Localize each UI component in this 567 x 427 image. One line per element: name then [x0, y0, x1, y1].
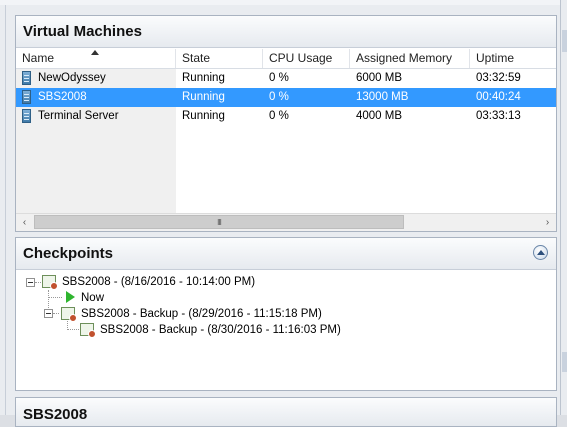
tree-connector [67, 329, 79, 331]
scrollbar-thumb[interactable]: III [34, 215, 404, 229]
vm-state: Running [182, 72, 225, 84]
right-pane-tab[interactable] [562, 30, 567, 52]
checkpoints-title: Checkpoints [23, 245, 114, 262]
vm-uptime: 00:40:24 [476, 91, 521, 103]
virtual-machines-panel: Virtual Machines Name State CPU Usage As… [15, 15, 557, 232]
vm-state: Running [182, 110, 225, 122]
collapse-chevron-up-icon[interactable] [533, 245, 548, 260]
vm-cpu-usage: 0 % [269, 72, 289, 84]
checkpoint-backup-1[interactable]: SBS2008 - Backup - (8/29/2016 - 11:15:18… [81, 306, 322, 322]
virtual-machine-icon [22, 71, 31, 85]
checkpoint-root[interactable]: SBS2008 - (8/16/2016 - 10:14:00 PM) [62, 274, 255, 290]
column-header-state-label: State [182, 51, 211, 65]
right-pane-tab[interactable] [562, 352, 567, 372]
tree-collapse-icon[interactable] [26, 278, 35, 287]
vm-grid: Name State CPU Usage Assigned Memory Upt… [16, 49, 556, 229]
column-header-assigned-memory[interactable]: Assigned Memory [350, 49, 470, 68]
checkpoints-panel: Checkpoints SBS2008 - (8/16/2016 - 10:14… [15, 237, 557, 391]
now-play-icon [66, 291, 75, 303]
column-header-uptime-label: Uptime [476, 51, 515, 65]
column-header-cpu-usage[interactable]: CPU Usage [263, 49, 350, 68]
vm-name: NewOdyssey [38, 72, 106, 84]
vm-row-sbs2008[interactable]: SBS2008 Running 0 % 13000 MB 00:40:24 [16, 88, 556, 107]
top-edge [0, 0, 567, 5]
column-header-uptime[interactable]: Uptime [470, 49, 556, 68]
virtual-machines-header: Virtual Machines [16, 16, 556, 48]
scrollbar-grip-icon: III [217, 217, 222, 227]
vm-cpu-usage: 0 % [269, 91, 289, 103]
scroll-left-arrow-icon[interactable]: ‹ [16, 214, 33, 231]
virtual-machines-title: Virtual Machines [23, 23, 142, 40]
column-header-name[interactable]: Name [16, 49, 176, 68]
vm-assigned-memory: 13000 MB [356, 91, 409, 103]
left-edge [5, 5, 6, 415]
vm-uptime: 03:33:13 [476, 110, 521, 122]
sort-ascending-icon [91, 50, 99, 55]
vm-assigned-memory: 4000 MB [356, 110, 403, 122]
column-header-name-label: Name [22, 51, 55, 65]
vm-cpu-usage: 0 % [269, 110, 289, 122]
checkpoint-backup-icon [61, 307, 77, 322]
column-headers: Name State CPU Usage Assigned Memory Upt… [16, 49, 556, 69]
column-header-memory-label: Assigned Memory [356, 51, 453, 65]
tree-connector [48, 297, 62, 299]
vm-row-newodyssey[interactable]: NewOdyssey Running 0 % 6000 MB 03:32:59 [16, 69, 556, 88]
vm-name: SBS2008 [38, 91, 87, 103]
tree-connector [53, 313, 59, 315]
vm-state: Running [182, 91, 225, 103]
vm-details-panel: SBS2008 [15, 397, 557, 427]
vm-uptime: 03:32:59 [476, 72, 521, 84]
hyper-v-manager-pane: Virtual Machines Name State CPU Usage As… [0, 0, 567, 427]
scroll-right-arrow-icon[interactable]: › [539, 214, 556, 231]
horizontal-scrollbar[interactable]: ‹ III › [16, 213, 556, 231]
vm-assigned-memory: 6000 MB [356, 72, 403, 84]
checkpoints-header: Checkpoints [16, 238, 556, 270]
tree-connector [35, 282, 41, 284]
virtual-machine-icon [22, 109, 31, 123]
column-header-state[interactable]: State [176, 49, 263, 68]
checkpoint-root-icon [42, 275, 58, 290]
vm-name: Terminal Server [38, 110, 119, 122]
vm-row-terminal-server[interactable]: Terminal Server Running 0 % 4000 MB 03:3… [16, 107, 556, 126]
checkpoint-backup-2[interactable]: SBS2008 - Backup - (8/30/2016 - 11:16:03… [100, 322, 341, 338]
tree-collapse-icon[interactable] [44, 309, 53, 318]
column-header-cpu-label: CPU Usage [269, 51, 333, 65]
checkpoint-backup-icon [80, 323, 96, 338]
virtual-machine-icon [22, 90, 31, 104]
checkpoint-now[interactable]: Now [81, 290, 104, 306]
